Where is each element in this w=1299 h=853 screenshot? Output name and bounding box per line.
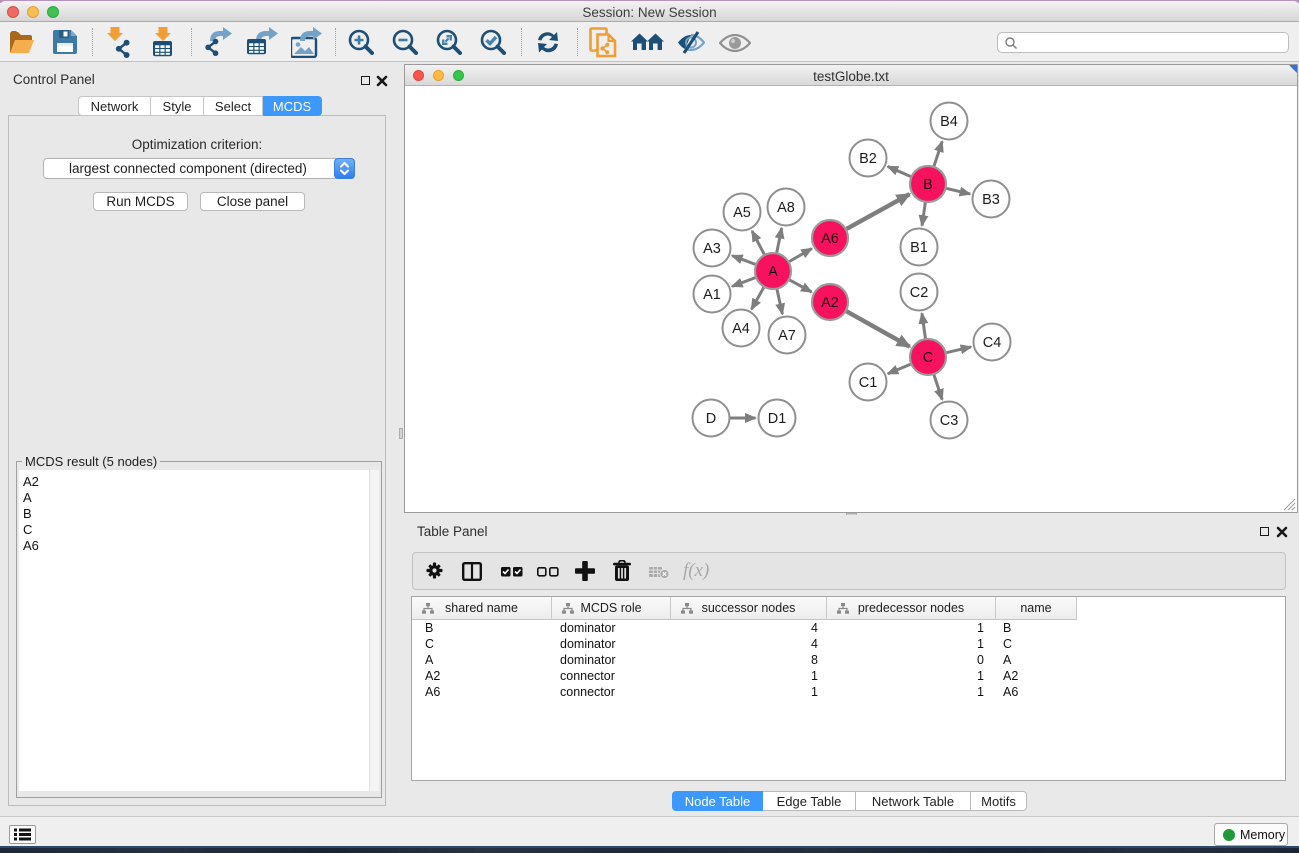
svg-text:C3: C3 bbox=[940, 413, 959, 429]
svg-text:A7: A7 bbox=[778, 328, 796, 344]
svg-text:A: A bbox=[768, 264, 778, 280]
svg-text:A6: A6 bbox=[821, 231, 839, 247]
svg-text:D1: D1 bbox=[768, 411, 787, 427]
svg-text:B1: B1 bbox=[910, 240, 928, 256]
svg-text:C4: C4 bbox=[983, 335, 1002, 351]
svg-text:A1: A1 bbox=[703, 287, 721, 303]
svg-text:A5: A5 bbox=[733, 205, 751, 221]
svg-text:B: B bbox=[923, 177, 933, 193]
svg-text:C1: C1 bbox=[859, 375, 878, 391]
svg-text:B4: B4 bbox=[940, 114, 958, 130]
svg-text:B3: B3 bbox=[982, 192, 1000, 208]
svg-text:A3: A3 bbox=[703, 241, 721, 257]
svg-text:A2: A2 bbox=[821, 295, 839, 311]
svg-text:A8: A8 bbox=[777, 200, 795, 216]
svg-text:D: D bbox=[706, 411, 716, 427]
svg-text:B2: B2 bbox=[859, 151, 877, 167]
svg-text:A4: A4 bbox=[732, 321, 750, 337]
svg-text:C2: C2 bbox=[910, 285, 929, 301]
svg-text:C: C bbox=[923, 350, 933, 366]
